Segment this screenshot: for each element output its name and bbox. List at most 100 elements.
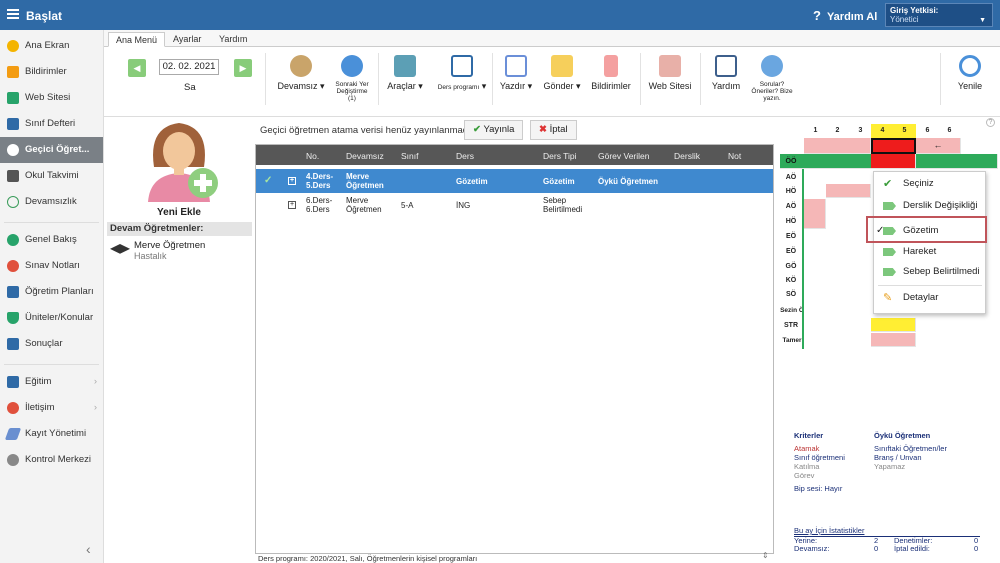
divider — [700, 53, 701, 105]
sidebar-item-sinav-notlari[interactable]: Sınav Notları — [0, 253, 103, 279]
stats-divider — [794, 536, 980, 537]
schedule-cell[interactable] — [871, 318, 916, 332]
close-icon: ✖ — [539, 124, 547, 135]
sorular-button[interactable]: Sorular? Öneriler? Bize yazın. — [750, 55, 794, 102]
web-sitesi-button[interactable]: Web Sitesi — [646, 55, 694, 91]
cancel-button[interactable]: ✖ İptal — [530, 120, 577, 140]
row-label: HÖ — [785, 188, 797, 195]
yardim-button[interactable]: Yardım — [706, 55, 746, 91]
col-no[interactable]: No. — [306, 151, 319, 161]
print-preview-icon — [505, 55, 527, 77]
arrow-left-icon[interactable]: ← — [916, 138, 961, 154]
tag-icon — [883, 202, 896, 210]
check-circle-icon — [7, 234, 19, 246]
star-icon — [7, 40, 19, 52]
sidebar-item-devamsizlik[interactable]: Devamsızlık — [0, 189, 103, 215]
araclar-button[interactable]: Araçlar ▾ — [384, 55, 426, 92]
sidebar-item-egitim[interactable]: Eğitim › — [0, 369, 103, 395]
tab-ana-menu[interactable]: Ana Menü — [108, 32, 166, 47]
ribbon-toolbar: ◀ 02. 02. 2021 ▶ Sa Devamsız ▾ Sonraki Y… — [104, 47, 1000, 117]
schedule-cell[interactable] — [804, 138, 871, 154]
expand-icon[interactable]: + — [288, 177, 296, 185]
col-gorev-verilen[interactable]: Görev Verilen — [598, 151, 650, 161]
help-button[interactable]: ? Yardım Al — [813, 8, 877, 23]
table-header: No. Devamsız Sınıf Ders Ders Tipi Görev … — [256, 145, 773, 165]
schedule-cell[interactable] — [871, 154, 916, 169]
date-field[interactable]: 02. 02. 2021 — [159, 59, 219, 75]
col-ders-tipi[interactable]: Ders Tipi — [543, 151, 577, 161]
sidebar-item-web-sitesi[interactable]: Web Sitesi — [0, 85, 103, 111]
divider — [265, 53, 266, 105]
col-1: 1 — [813, 127, 818, 134]
absent-teacher-item[interactable]: Merve Öğretmen Hastalık — [110, 240, 205, 261]
row-label: Tamer — [782, 337, 802, 344]
menu-item-seciniz[interactable]: ✔ Seçiniz — [874, 173, 985, 195]
col-sinif[interactable]: Sınıf — [401, 151, 418, 161]
sidebar-item-sinif-defteri[interactable]: Sınıf Defteri — [0, 111, 103, 137]
col-2: 2 — [835, 127, 840, 134]
table-row[interactable]: + 6.Ders- 6.Ders Merve Öğretmen 5-A İNG … — [256, 193, 773, 217]
schedule-cell[interactable] — [871, 333, 916, 347]
teacher-avatar-icon[interactable] — [134, 117, 224, 202]
sidebar-item-genel-bakis[interactable]: Genel Bakış — [0, 227, 103, 253]
menu-item-sebep-belirtilmedi[interactable]: Sebep Belirtilmedi — [874, 261, 985, 283]
ders-programi-button[interactable]: Ders programı ▾ — [430, 55, 494, 92]
sonraki-yer-degistirme-button[interactable]: Sonraki Yer Değiştirme (1) — [332, 55, 372, 102]
col-ders[interactable]: Ders — [456, 151, 474, 161]
sidebar-item-ana-ekran[interactable]: Ana Ekran — [0, 33, 103, 59]
criteria-title: Kriterler — [794, 431, 824, 440]
arrow-down-circle-icon — [341, 55, 363, 77]
col-6: 6 — [925, 127, 930, 134]
sidebar-item-bildirimler[interactable]: Bildirimler — [0, 59, 103, 85]
col-derslik[interactable]: Derslik — [674, 151, 700, 161]
expand-icon[interactable]: + — [288, 201, 296, 209]
menu-item-hareket[interactable]: Hareket — [874, 241, 985, 263]
menu-icon[interactable] — [7, 9, 19, 19]
menu-item-detaylar[interactable]: ✎ Detaylar — [874, 287, 985, 309]
menu-item-derslik-degisikligi[interactable]: Derslik Değişikliği — [874, 199, 985, 213]
bildirimler-button[interactable]: Bildirimler — [588, 55, 634, 91]
schedule-cell[interactable] — [826, 184, 871, 198]
yazdir-button[interactable]: Yazdır ▾ — [498, 55, 534, 92]
pen-icon — [4, 428, 22, 440]
calendar-icon — [7, 170, 19, 182]
row-label: Sezin Ö — [780, 307, 804, 314]
app-title[interactable]: Başlat — [26, 9, 62, 23]
sidebar-item-gecici-ogretmen[interactable]: Geçici Öğret... — [0, 137, 103, 163]
plan-icon — [7, 286, 19, 298]
person-add-icon — [290, 55, 312, 77]
sidebar-item-okul-takvimi[interactable]: Okul Takvimi — [0, 163, 103, 189]
col-devamsiz[interactable]: Devamsız — [346, 151, 384, 161]
green-marker-line — [802, 169, 804, 349]
publish-button[interactable]: ✔ Yayınla — [464, 120, 524, 140]
schedule-cell-selected[interactable] — [871, 138, 916, 154]
row-label: EÖ — [785, 233, 797, 240]
yeni-ekle-label[interactable]: Yeni Ekle — [104, 207, 254, 218]
scroll-icon[interactable]: ⇕ — [762, 551, 769, 560]
sidebar-item-kontrol-merkezi[interactable]: Kontrol Merkezi — [0, 447, 103, 473]
sidebar-item-ogretim-planlari[interactable]: Öğretim Planları — [0, 279, 103, 305]
col-not[interactable]: Not — [728, 151, 741, 161]
row-label: EÖ — [785, 248, 797, 255]
tools-icon — [394, 55, 416, 77]
yenile-button[interactable]: Yenile — [950, 55, 990, 91]
collapse-sidebar-icon[interactable]: ‹ — [86, 541, 91, 557]
auth-select[interactable]: Giriş Yetkisi: Yönetici ▼ — [885, 3, 993, 27]
tab-yardim[interactable]: Yardım — [212, 32, 254, 47]
sidebar-divider — [4, 357, 99, 365]
devamsiz-button[interactable]: Devamsız ▾ — [276, 55, 326, 92]
sidebar-item-uniteler[interactable]: Üniteler/Konular — [0, 305, 103, 331]
tab-ayarlar[interactable]: Ayarlar — [166, 32, 208, 47]
sidebar-item-iletisim[interactable]: İletişim › — [0, 395, 103, 421]
table-row[interactable]: ✓ + 4.Ders- 5.Ders Merve Öğretmen Gözeti… — [256, 169, 773, 193]
schedule-cell[interactable] — [804, 199, 826, 229]
person-outline-icon — [7, 196, 19, 208]
gonder-button[interactable]: Gönder ▾ — [540, 55, 584, 92]
grade-icon — [7, 260, 19, 272]
prev-day-button[interactable]: ◀ — [128, 59, 146, 77]
teacher-status: Hastalık — [134, 251, 167, 261]
divider — [640, 53, 641, 105]
sidebar-item-kayit-yonetimi[interactable]: Kayıt Yönetimi — [0, 421, 103, 447]
sidebar-item-sonuclar[interactable]: Sonuçlar — [0, 331, 103, 357]
next-day-button[interactable]: ▶ — [234, 59, 252, 77]
